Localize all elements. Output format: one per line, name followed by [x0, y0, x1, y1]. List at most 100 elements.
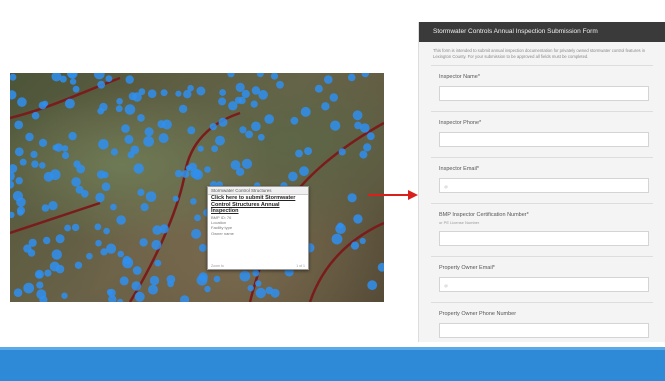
stormwater-feature-point[interactable]	[137, 114, 145, 122]
stormwater-feature-point[interactable]	[116, 215, 126, 225]
stormwater-feature-point[interactable]	[264, 114, 274, 124]
stormwater-feature-point[interactable]	[174, 169, 183, 178]
certification-number-input[interactable]	[439, 231, 649, 246]
stormwater-feature-point[interactable]	[116, 98, 123, 105]
stormwater-feature-point[interactable]	[75, 185, 84, 194]
stormwater-feature-point[interactable]	[196, 274, 208, 286]
stormwater-feature-point[interactable]	[61, 292, 68, 299]
stormwater-feature-point[interactable]	[218, 97, 227, 106]
stormwater-feature-point[interactable]	[288, 171, 298, 182]
stormwater-feature-point[interactable]	[23, 282, 35, 294]
stormwater-feature-point[interactable]	[17, 209, 24, 216]
stormwater-feature-point[interactable]	[13, 288, 23, 297]
stormwater-feature-point[interactable]	[39, 162, 46, 169]
stormwater-feature-point[interactable]	[122, 257, 134, 269]
map-view[interactable]: Stormwater Control Structures Click here…	[10, 73, 384, 302]
stormwater-feature-point[interactable]	[338, 148, 346, 156]
stormwater-feature-point[interactable]	[347, 193, 357, 203]
stormwater-feature-point[interactable]	[256, 73, 264, 78]
stormwater-feature-point[interactable]	[197, 145, 204, 152]
stormwater-feature-point[interactable]	[181, 170, 190, 178]
stormwater-feature-point[interactable]	[178, 104, 188, 114]
stormwater-feature-point[interactable]	[69, 78, 77, 85]
stormwater-feature-point[interactable]	[329, 93, 338, 102]
stormwater-feature-point[interactable]	[158, 133, 169, 144]
stormwater-feature-point[interactable]	[31, 160, 39, 168]
stormwater-feature-point[interactable]	[117, 298, 124, 302]
stormwater-feature-point[interactable]	[68, 131, 77, 141]
stormwater-feature-point[interactable]	[191, 228, 202, 239]
stormwater-feature-point[interactable]	[350, 241, 360, 250]
stormwater-feature-point[interactable]	[366, 132, 375, 141]
inspector-email-input[interactable]: @	[439, 178, 649, 193]
stormwater-feature-point[interactable]	[55, 264, 65, 274]
stormwater-feature-point[interactable]	[59, 75, 67, 83]
stormwater-feature-point[interactable]	[209, 123, 217, 131]
stormwater-feature-point[interactable]	[132, 92, 142, 102]
stormwater-feature-point[interactable]	[251, 121, 261, 132]
stormwater-feature-point[interactable]	[10, 211, 15, 219]
stormwater-feature-point[interactable]	[121, 124, 130, 133]
stormwater-feature-point[interactable]	[175, 90, 182, 97]
stormwater-feature-point[interactable]	[86, 252, 93, 260]
stormwater-feature-point[interactable]	[15, 177, 23, 185]
stormwater-feature-point[interactable]	[187, 126, 196, 135]
inspector-name-input[interactable]	[439, 86, 649, 101]
stormwater-feature-point[interactable]	[235, 82, 245, 92]
stormwater-feature-point[interactable]	[167, 280, 175, 288]
stormwater-feature-point[interactable]	[36, 281, 44, 289]
stormwater-feature-point[interactable]	[352, 110, 363, 121]
stormwater-feature-point[interactable]	[188, 162, 197, 172]
stormwater-feature-point[interactable]	[247, 284, 254, 292]
stormwater-feature-point[interactable]	[14, 120, 24, 130]
stormwater-feature-point[interactable]	[55, 234, 65, 244]
stormwater-feature-point[interactable]	[330, 120, 341, 131]
stormwater-feature-point[interactable]	[154, 259, 162, 267]
stormwater-feature-point[interactable]	[25, 132, 34, 142]
stormwater-feature-point[interactable]	[101, 171, 109, 179]
stormwater-feature-point[interactable]	[148, 284, 158, 295]
stormwater-feature-point[interactable]	[143, 136, 155, 147]
stormwater-feature-point[interactable]	[23, 244, 32, 253]
stormwater-feature-point[interactable]	[139, 238, 148, 247]
stormwater-feature-point[interactable]	[10, 73, 17, 81]
stormwater-feature-point[interactable]	[245, 130, 254, 139]
stormwater-feature-point[interactable]	[10, 90, 17, 100]
stormwater-feature-point[interactable]	[180, 295, 190, 302]
stormwater-feature-point[interactable]	[145, 191, 157, 202]
stormwater-feature-point[interactable]	[17, 97, 27, 107]
stormwater-feature-point[interactable]	[71, 177, 81, 187]
stormwater-feature-point[interactable]	[117, 250, 124, 258]
stormwater-feature-point[interactable]	[10, 180, 15, 189]
stormwater-feature-point[interactable]	[324, 75, 333, 84]
stormwater-feature-point[interactable]	[147, 89, 157, 98]
stormwater-feature-point[interactable]	[133, 163, 144, 174]
stormwater-feature-point[interactable]	[360, 123, 370, 133]
stormwater-feature-point[interactable]	[219, 89, 227, 96]
stormwater-feature-point[interactable]	[94, 223, 102, 231]
stormwater-feature-point[interactable]	[377, 262, 384, 272]
stormwater-feature-point[interactable]	[218, 117, 228, 127]
stormwater-feature-point[interactable]	[31, 111, 40, 120]
stormwater-feature-point[interactable]	[252, 269, 260, 277]
stormwater-feature-point[interactable]	[36, 289, 47, 300]
stormwater-feature-point[interactable]	[140, 203, 149, 212]
stormwater-feature-point[interactable]	[19, 158, 27, 166]
stormwater-feature-point[interactable]	[110, 203, 117, 211]
stormwater-feature-point[interactable]	[304, 147, 313, 156]
stormwater-feature-point[interactable]	[255, 287, 266, 299]
stormwater-feature-point[interactable]	[64, 98, 75, 109]
stormwater-feature-point[interactable]	[131, 281, 142, 291]
stormwater-feature-point[interactable]	[255, 280, 262, 287]
stormwater-feature-point[interactable]	[132, 266, 142, 275]
stormwater-feature-point[interactable]	[321, 102, 330, 111]
stormwater-feature-point[interactable]	[110, 148, 118, 156]
stormwater-feature-point[interactable]	[115, 105, 123, 113]
stormwater-feature-point[interactable]	[44, 269, 52, 277]
stormwater-feature-point[interactable]	[270, 73, 279, 80]
stormwater-feature-point[interactable]	[265, 286, 274, 295]
stormwater-feature-point[interactable]	[100, 248, 108, 256]
stormwater-feature-point[interactable]	[95, 192, 105, 203]
stormwater-feature-point[interactable]	[119, 276, 129, 286]
stormwater-feature-point[interactable]	[48, 201, 58, 211]
